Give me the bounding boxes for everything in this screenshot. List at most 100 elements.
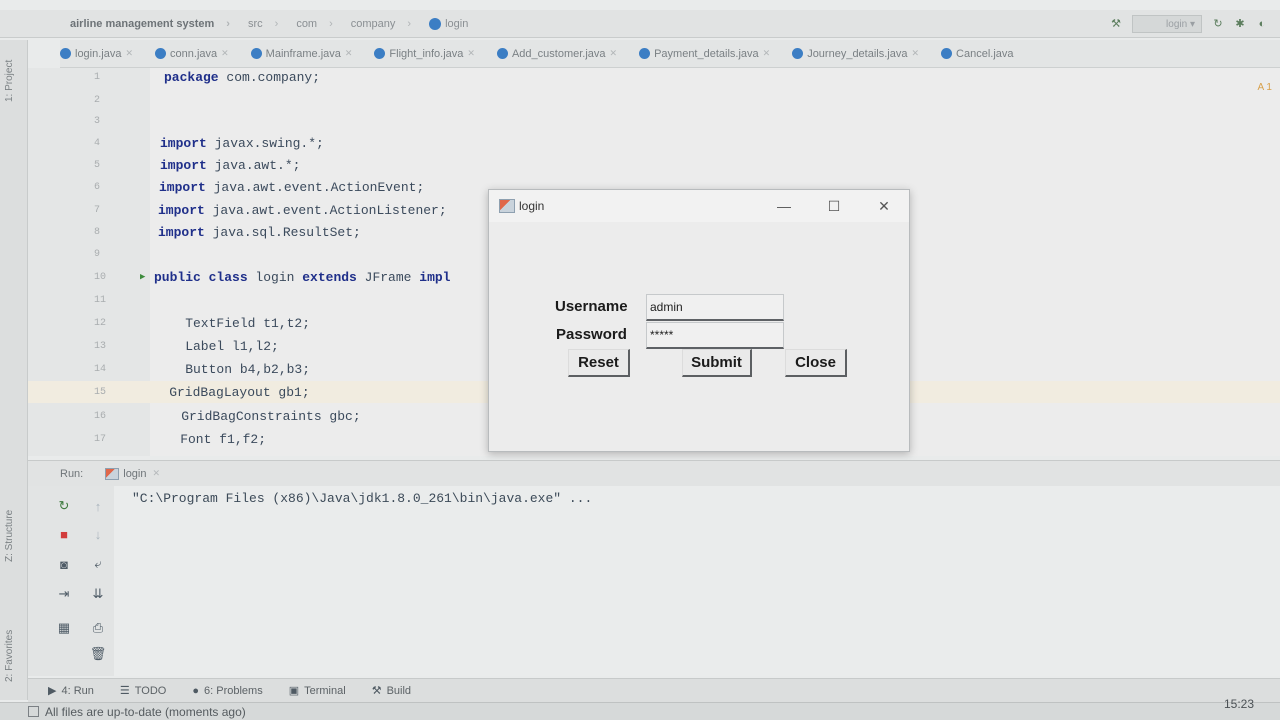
navigation-bar: airline management system › src › com › com… bbox=[0, 10, 1280, 38]
close-tab-icon[interactable]: ✕ bbox=[610, 48, 618, 59]
scroll-up-icon[interactable]: ↑ bbox=[88, 496, 108, 516]
code-line: 16 GridBagConstraints gbc; bbox=[94, 408, 361, 424]
close-tab-icon[interactable]: ✕ bbox=[911, 48, 919, 59]
tab-cancel-java[interactable]: Cancel.java bbox=[941, 48, 1014, 60]
list-icon: ☰ bbox=[119, 685, 130, 697]
trash-icon[interactable]: 🗑 bbox=[88, 644, 108, 664]
status-window-icon[interactable] bbox=[28, 706, 39, 717]
run-icon: ▶ bbox=[48, 685, 57, 697]
code-line: 12 TextField t1,t2; bbox=[94, 315, 311, 331]
close-tab-icon[interactable]: ✕ bbox=[221, 48, 229, 59]
terminal-icon: ▣ bbox=[288, 685, 300, 697]
soft-wrap-icon[interactable]: ⤶ bbox=[88, 554, 108, 574]
tab-payment-details-java[interactable]: Payment_details.java ✕ bbox=[639, 48, 770, 60]
close-tab-icon[interactable]: ✕ bbox=[345, 48, 353, 59]
code-line: 8 import java.sql.ResultSet; bbox=[94, 224, 361, 240]
java-app-icon bbox=[105, 467, 120, 480]
breadcrumb-src[interactable]: src › bbox=[248, 18, 278, 30]
close-window-button[interactable]: ✕ bbox=[859, 190, 909, 222]
tab-conn-java[interactable]: conn.java ✕ bbox=[155, 48, 229, 60]
scroll-to-end-icon[interactable]: ⇊ bbox=[88, 584, 108, 604]
dialog-title: login bbox=[519, 199, 545, 213]
breadcrumb-project[interactable]: airline management system › bbox=[70, 18, 230, 30]
print-icon[interactable]: ⎙ bbox=[88, 618, 108, 638]
close-tab-icon[interactable]: ✕ bbox=[763, 48, 771, 59]
toolbar-right: ⚒ login ▾ ↻ ✱ ◐ bbox=[1110, 10, 1268, 38]
tool-tab-problems[interactable]: ● 6: Problems bbox=[192, 685, 262, 697]
submit-button[interactable]: Submit bbox=[682, 349, 752, 377]
code-line: 15 GridBagLayout gb1; bbox=[94, 384, 310, 400]
run-toolbar: ↻ ↑ ■ ↓ ◙ ⤶ ⇥ ⇊ ▦ ⎙ 🗑 bbox=[28, 486, 114, 676]
tab-mainframe-java[interactable]: Mainframe.java ✕ bbox=[250, 48, 353, 60]
java-class-icon bbox=[792, 48, 804, 59]
tab-add-customer-java[interactable]: Add_customer.java ✕ bbox=[496, 48, 618, 60]
breadcrumb-file[interactable]: login bbox=[429, 17, 468, 30]
problems-icon: ● bbox=[192, 684, 199, 697]
run-panel-header: Run: login ✕ bbox=[28, 460, 1280, 486]
project-tool-button[interactable]: 1: Project bbox=[4, 60, 15, 102]
java-app-icon bbox=[499, 199, 515, 213]
console-line: "C:\Program Files (x86)\Java\jdk1.8.0_26… bbox=[132, 491, 593, 506]
warning-indicator[interactable]: A 1 bbox=[1258, 82, 1272, 93]
tab-flight-info-java[interactable]: Flight_info.java ✕ bbox=[374, 48, 475, 60]
debug-icon[interactable]: ✱ bbox=[1234, 18, 1246, 30]
close-tab-icon[interactable]: ✕ bbox=[153, 468, 161, 479]
maximize-button[interactable]: ☐ bbox=[809, 190, 859, 222]
password-label: Password bbox=[556, 326, 627, 343]
rerun-icon[interactable]: ↻ bbox=[54, 496, 74, 516]
tool-tab-run[interactable]: ▶ 4: Run bbox=[48, 684, 94, 698]
editor-tabs: login.java ✕ conn.java ✕ Mainframe.java ✕ F… bbox=[60, 40, 1280, 68]
code-line: 17 Font f1,f2; bbox=[94, 431, 267, 447]
camera-icon[interactable]: ◙ bbox=[54, 554, 74, 574]
username-field[interactable]: admin bbox=[646, 294, 784, 321]
ide-window: airline management system › src › com › com… bbox=[0, 0, 1280, 720]
layout-icon[interactable]: ▦ bbox=[54, 618, 74, 638]
scroll-down-icon[interactable]: ↓ bbox=[88, 524, 108, 544]
coverage-icon[interactable]: ◐ bbox=[1256, 18, 1268, 30]
password-field[interactable]: ***** bbox=[646, 322, 784, 349]
console-output[interactable]: "C:\Program Files (x86)\Java\jdk1.8.0_26… bbox=[114, 486, 1280, 676]
breadcrumb-company[interactable]: company › bbox=[351, 18, 411, 30]
tool-tab-build[interactable]: ⚒ Build bbox=[371, 684, 411, 698]
dialog-titlebar[interactable]: login — ☐ ✕ bbox=[489, 190, 909, 222]
tool-window-bar: ▶ 4: Run ☰ TODO ● 6: Problems ▣ Terminal ⚒ Bu… bbox=[28, 678, 1280, 702]
java-class-icon bbox=[639, 48, 651, 59]
java-class-icon bbox=[60, 48, 71, 59]
run-gutter-icon[interactable]: ▶ bbox=[140, 272, 145, 282]
code-line: 14 Button b4,b2,b3; bbox=[94, 361, 311, 377]
java-class-icon bbox=[155, 48, 167, 59]
run-configuration-select[interactable]: login ▾ bbox=[1132, 15, 1202, 33]
code-line: 1 package com.company; bbox=[94, 69, 321, 85]
code-line: 6 import java.awt.event.ActionEvent; bbox=[94, 179, 425, 195]
java-class-icon bbox=[374, 48, 386, 59]
stop-icon[interactable]: ■ bbox=[54, 524, 74, 544]
code-line: 13 Label l1,l2; bbox=[94, 338, 279, 354]
run-tab-login[interactable]: login bbox=[123, 468, 146, 480]
close-tab-icon[interactable]: ✕ bbox=[467, 48, 475, 59]
system-clock: 15:23 bbox=[1223, 697, 1254, 711]
login-exit-icon[interactable]: ⇥ bbox=[54, 584, 74, 604]
minimize-button[interactable]: — bbox=[759, 190, 809, 222]
left-tool-strip: 1: Project Z: Structure 2: Favorites bbox=[0, 40, 28, 700]
hammer-icon[interactable]: ⚒ bbox=[1110, 18, 1122, 30]
close-button[interactable]: Close bbox=[785, 349, 847, 377]
code-line: 10 ▶ public class login extends JFrame imp… bbox=[94, 269, 451, 285]
code-line: 5 import java.awt.*; bbox=[94, 157, 301, 173]
java-class-icon bbox=[429, 17, 442, 30]
breadcrumb-com[interactable]: com › bbox=[296, 18, 332, 30]
status-bar: All files are up-to-date (moments ago) 1… bbox=[0, 697, 1280, 720]
favorites-tool-button[interactable]: 2: Favorites bbox=[4, 630, 15, 682]
reset-button[interactable]: Reset bbox=[568, 349, 630, 377]
java-class-icon bbox=[941, 48, 953, 59]
hammer-icon: ⚒ bbox=[371, 685, 382, 697]
structure-tool-button[interactable]: Z: Structure bbox=[4, 510, 15, 562]
tab-journey-details-java[interactable]: Journey_details.java ✕ bbox=[792, 48, 919, 60]
run-label: Run: bbox=[60, 467, 84, 480]
close-tab-icon[interactable]: ✕ bbox=[125, 48, 133, 59]
tool-tab-todo[interactable]: ☰ TODO bbox=[119, 684, 166, 698]
tool-tab-terminal[interactable]: ▣ Terminal bbox=[288, 684, 346, 698]
java-class-icon bbox=[250, 48, 262, 59]
code-line: 7 import java.awt.event.ActionListener; bbox=[94, 202, 447, 218]
rerun-icon[interactable]: ↻ bbox=[1212, 18, 1224, 30]
tab-login-java[interactable]: login.java ✕ bbox=[60, 48, 133, 60]
